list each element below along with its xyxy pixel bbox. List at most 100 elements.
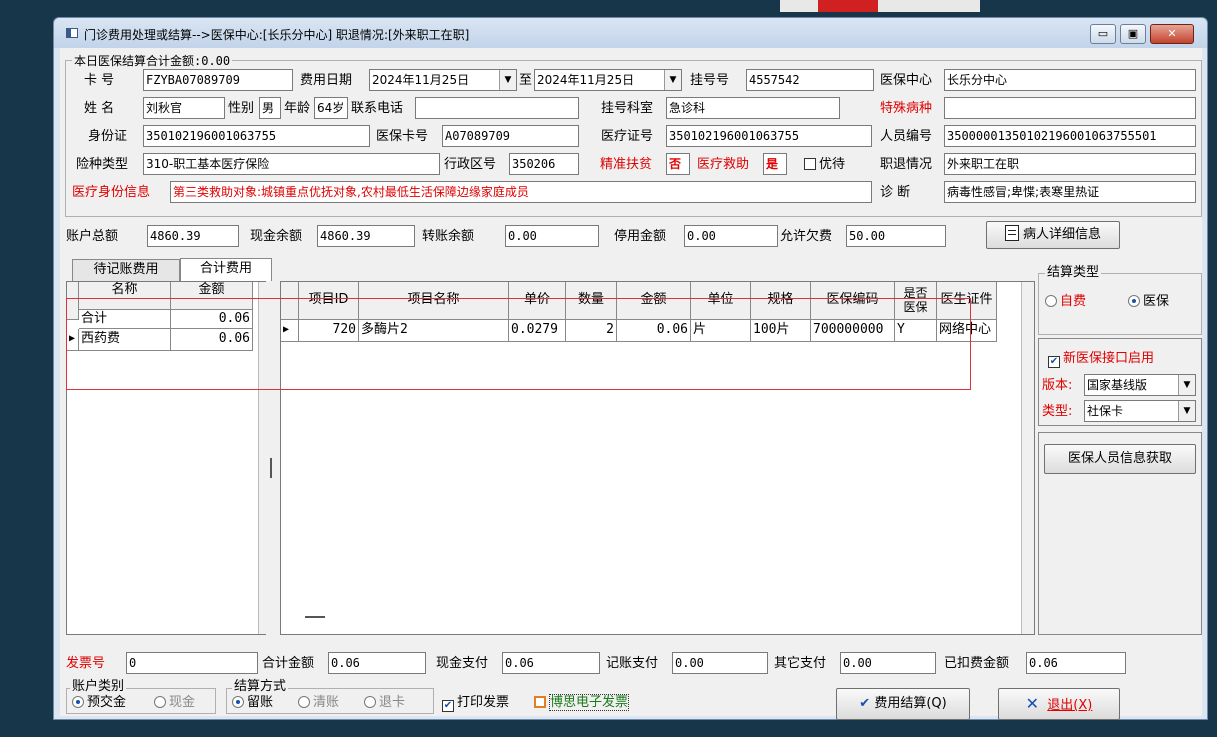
- chevron-down-icon[interactable]: ▼: [1178, 401, 1195, 421]
- center-field[interactable]: 长乐分中心: [944, 69, 1196, 91]
- insurance-radio[interactable]: 医保: [1128, 293, 1169, 311]
- checkmark-icon: ✔: [859, 696, 871, 711]
- type-label: 类型:: [1042, 404, 1073, 419]
- account-total-field[interactable]: 4860.39: [147, 225, 239, 247]
- refund-radio[interactable]: 退卡: [364, 694, 405, 712]
- ins-card-label: 医保卡号: [376, 129, 429, 144]
- reg-no-field[interactable]: 4557542: [746, 69, 874, 91]
- id-card-field[interactable]: 350102196001063755: [143, 125, 370, 147]
- main-window: 门诊费用处理或结算-->医保中心:[长乐分中心] 职退情况:[外来职工在职] ▭…: [53, 17, 1208, 720]
- exit-button[interactable]: ✕ 退出(X): [998, 688, 1120, 720]
- vertical-scrollbar[interactable]: [1021, 282, 1034, 634]
- checkbox-checked-icon: ✔: [1048, 356, 1060, 368]
- date-from-picker[interactable]: 2024年11月25日 ▼: [369, 69, 517, 91]
- invoice-field[interactable]: 0: [126, 652, 258, 674]
- e-invoice-checkbox[interactable]: 博思电子发票: [534, 694, 630, 712]
- radio-selected-icon: [1128, 295, 1140, 307]
- splitter-handle[interactable]: [270, 458, 272, 478]
- id-card-label: 身份证: [88, 129, 128, 144]
- age-field[interactable]: 64岁: [314, 97, 348, 119]
- person-no-field[interactable]: 35000001350102196001063755501: [944, 125, 1196, 147]
- patient-detail-button[interactable]: 病人详细信息: [986, 221, 1120, 249]
- maximize-button[interactable]: ▣: [1120, 24, 1146, 44]
- chevron-down-icon[interactable]: ▼: [1178, 375, 1195, 395]
- checkbox-icon: [804, 158, 816, 170]
- region-field[interactable]: 350206: [509, 153, 579, 175]
- fetch-insured-info-button[interactable]: 医保人员信息获取: [1044, 444, 1196, 474]
- close-button[interactable]: ✕: [1150, 24, 1194, 44]
- horizontal-scrollbar[interactable]: [305, 616, 325, 618]
- radio-selected-icon: [232, 696, 244, 708]
- radio-icon: [1045, 295, 1057, 307]
- settle-type-title: 结算类型: [1045, 264, 1102, 282]
- sex-field[interactable]: 男: [259, 97, 281, 119]
- new-interface-checkbox[interactable]: ✔ 新医保接口启用: [1048, 350, 1154, 368]
- phone-label: 联系电话: [351, 101, 404, 116]
- type-select[interactable]: 社保卡 ▼: [1084, 400, 1196, 422]
- selection-highlight: [66, 298, 971, 390]
- transfer-balance-label: 转账余额: [422, 229, 475, 244]
- priority-checkbox[interactable]: 优待: [804, 156, 845, 174]
- center-label: 医保中心: [880, 73, 933, 88]
- account-pay-field[interactable]: 0.00: [672, 652, 768, 674]
- person-no-label: 人员编号: [880, 129, 933, 144]
- tab-total-fees[interactable]: 合计费用: [180, 258, 272, 281]
- region-label: 行政区号: [444, 157, 497, 172]
- reg-no-label: 挂号号: [690, 73, 730, 88]
- poverty-label: 精准扶贫: [600, 157, 653, 172]
- cash-radio[interactable]: 现金: [154, 694, 195, 712]
- ins-card-field[interactable]: A07089709: [442, 125, 579, 147]
- minimize-button[interactable]: ▭: [1090, 24, 1116, 44]
- stop-amount-field[interactable]: 0.00: [684, 225, 778, 247]
- card-label: 卡 号: [84, 73, 115, 88]
- radio-icon: [298, 696, 310, 708]
- cash-pay-field[interactable]: 0.06: [502, 652, 600, 674]
- sex-label: 性别: [228, 101, 255, 116]
- daily-total-label: 本日医保结算合计金额:0.00: [72, 52, 233, 70]
- dept-field[interactable]: 急诊科: [666, 97, 840, 119]
- aid-label: 医疗救助: [697, 157, 750, 172]
- settle-fee-button[interactable]: ✔ 费用结算(Q): [836, 688, 970, 720]
- print-invoice-checkbox[interactable]: ✔ 打印发票: [442, 694, 509, 712]
- retire-label: 职退情况: [880, 157, 933, 172]
- name-label: 姓 名: [84, 101, 115, 116]
- arrears-label: 允许欠费: [780, 229, 833, 244]
- retire-field[interactable]: 外来职工在职: [944, 153, 1196, 175]
- special-disease-field[interactable]: [944, 97, 1196, 119]
- name-field[interactable]: 刘秋官: [143, 97, 225, 119]
- arrears-field[interactable]: 50.00: [846, 225, 946, 247]
- med-cert-field[interactable]: 350102196001063755: [666, 125, 872, 147]
- med-cert-label: 医疗证号: [601, 129, 654, 144]
- phone-field[interactable]: [415, 97, 579, 119]
- cash-balance-label: 现金余额: [250, 229, 303, 244]
- special-disease-label: 特殊病种: [880, 101, 933, 116]
- background-banner: [780, 0, 980, 12]
- tab-pending-fees[interactable]: 待记账费用: [72, 259, 180, 281]
- diagnosis-field[interactable]: 病毒性感冒;卑惵;表寒里热证: [944, 181, 1196, 203]
- age-label: 年龄: [284, 101, 311, 116]
- prepay-radio[interactable]: 预交金: [72, 694, 126, 712]
- deducted-field[interactable]: 0.06: [1026, 652, 1126, 674]
- version-label: 版本:: [1042, 378, 1073, 393]
- card-number-field[interactable]: FZYBA07089709: [143, 69, 293, 91]
- transfer-balance-field[interactable]: 0.00: [505, 225, 599, 247]
- ins-type-field[interactable]: 310-职工基本医疗保险: [143, 153, 440, 175]
- cash-balance-field[interactable]: 4860.39: [317, 225, 415, 247]
- clear-radio[interactable]: 清账: [298, 694, 339, 712]
- account-total-label: 账户总额: [66, 229, 119, 244]
- version-select[interactable]: 国家基线版 ▼: [1084, 374, 1196, 396]
- aid-field[interactable]: 是: [763, 153, 787, 175]
- checkbox-checked-icon: ✔: [442, 700, 454, 712]
- sum-field[interactable]: 0.06: [328, 652, 426, 674]
- self-pay-radio[interactable]: 自费: [1045, 293, 1086, 311]
- poverty-field[interactable]: 否: [666, 153, 690, 175]
- sum-label: 合计金额: [262, 656, 315, 671]
- identity-field[interactable]: 第三类救助对象:城镇重点优抚对象,农村最低生活保障边缘家庭成员: [170, 181, 872, 203]
- other-pay-field[interactable]: 0.00: [840, 652, 936, 674]
- chevron-down-icon[interactable]: ▼: [499, 70, 516, 90]
- date-to-picker[interactable]: 2024年11月25日 ▼: [534, 69, 682, 91]
- account-pay-label: 记账支付: [606, 656, 659, 671]
- keep-radio[interactable]: 留账: [232, 694, 273, 712]
- other-pay-label: 其它支付: [774, 656, 827, 671]
- chevron-down-icon[interactable]: ▼: [664, 70, 681, 90]
